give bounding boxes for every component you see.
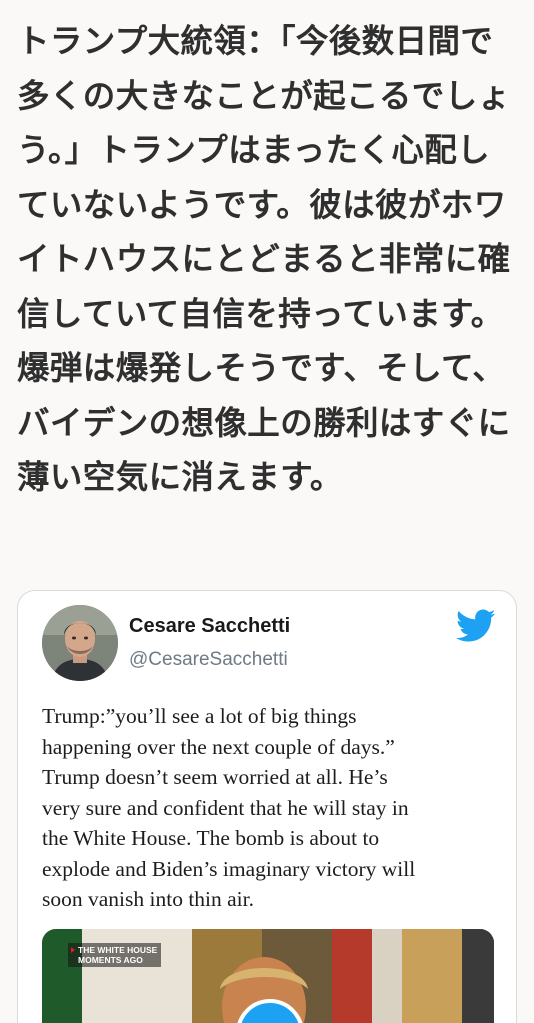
tweet-text-line: very sure and confident that he will sta… xyxy=(42,795,409,820)
article-line: う。」トランプはまったく心配し xyxy=(17,131,491,169)
article-line: 信していて自信を持っています。 xyxy=(17,294,504,333)
tweet-text-line: soon vanish into thin air. xyxy=(42,887,255,911)
article-line: ていないようです。彼は彼がホワ xyxy=(17,185,507,224)
article-line: 爆弾は爆発しそうです、そして、 xyxy=(17,349,506,387)
video-label-line: MOMENTS AGO xyxy=(78,955,143,965)
article-line: 多くの大きなことが起こるでしょ xyxy=(17,76,511,115)
avatar[interactable] xyxy=(42,605,118,681)
tweet-video[interactable]: THE WHITE HOUSE MOMENTS AGO xyxy=(42,929,494,1023)
article-line: 薄い空気に消えます。 xyxy=(17,458,343,496)
twitter-bird-icon[interactable] xyxy=(456,609,496,643)
tweet-text: Trump:”you’ll see a lot of big things ha… xyxy=(42,701,502,915)
tweet-text-line: Trump doesn’t seem worried at all. He’s xyxy=(42,765,388,789)
avatar-photo xyxy=(42,605,118,681)
video-overlay-label: THE WHITE HOUSE MOMENTS AGO xyxy=(68,943,162,967)
embedded-tweet[interactable]: Cesare Sacchetti @CesareSacchetti Trump:… xyxy=(17,590,517,1023)
tweet-text-line: happening over the next couple of days.” xyxy=(42,734,395,759)
tweet-author-name[interactable]: Cesare Sacchetti xyxy=(129,615,290,638)
article-text: トランプ大統領：「今後数日間で 多くの大きなことが起こるでしょ う。」トランプは… xyxy=(17,14,522,505)
tweet-text-line: the White House. The bomb is about to xyxy=(42,826,380,850)
video-label-line: THE WHITE HOUSE xyxy=(78,945,158,955)
tweet-text-line: explode and Biden’s imaginary victory wi… xyxy=(42,856,416,881)
tweet-author-handle[interactable]: @CesareSacchetti xyxy=(129,649,288,671)
article-line: トランプ大統領：「今後数日間で xyxy=(17,22,494,60)
article-line: バイデンの想像上の勝利はすぐに xyxy=(17,403,511,442)
tweet-text-line: Trump:”you’ll see a lot of big things xyxy=(42,704,357,728)
article-line: イトハウスにとどまると非常に確 xyxy=(17,240,511,278)
